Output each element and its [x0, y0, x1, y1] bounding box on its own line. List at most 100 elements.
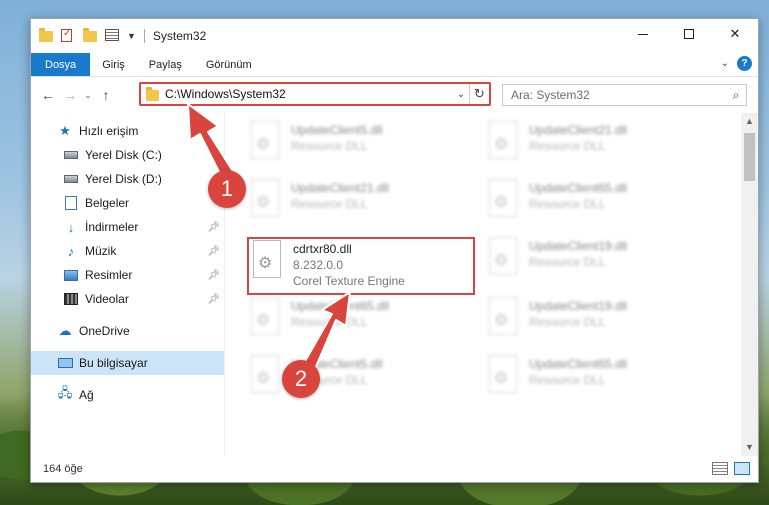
- download-icon: ↓: [67, 219, 75, 235]
- status-bar: 164 öğe: [31, 456, 758, 482]
- file-description: Resource DLL: [529, 255, 606, 269]
- nav-item-documents[interactable]: Belgeler: [31, 191, 224, 215]
- item-count: 164 öğe: [43, 463, 83, 475]
- up-arrow-icon[interactable]: ↑: [95, 87, 117, 103]
- nav-item-label: OneDrive: [79, 324, 130, 338]
- nav-item-downloads[interactable]: ↓ İndirmeler 📌︎: [31, 215, 224, 239]
- music-icon: ♪: [67, 243, 75, 259]
- properties-icon[interactable]: [105, 29, 119, 43]
- file-item[interactable]: ⚙ UpdateClient21.dll Resource DLL: [485, 121, 715, 165]
- nav-item-onedrive[interactable]: ☁ OneDrive: [31, 319, 224, 343]
- folder-icon: [39, 28, 53, 43]
- file-description: Resource DLL: [291, 315, 368, 329]
- title-separator: [143, 29, 145, 43]
- nav-item-label: İndirmeler: [85, 220, 139, 234]
- file-name: UpdateClient5.dll: [291, 123, 383, 137]
- nav-item-local-disk-d[interactable]: Yerel Disk (D:): [31, 167, 224, 191]
- folder-icon: [146, 86, 159, 101]
- expand-ribbon-chevron-icon[interactable]: ⌄: [721, 58, 729, 69]
- maximize-button[interactable]: [666, 19, 712, 49]
- search-input[interactable]: Ara: System32 ⌕: [502, 84, 747, 106]
- minimize-button[interactable]: [620, 19, 666, 49]
- title-bar: ▼ System32 ✕: [31, 19, 758, 53]
- new-folder-icon[interactable]: [83, 28, 97, 43]
- close-button[interactable]: ✕: [712, 19, 758, 49]
- nav-item-network[interactable]: 🖧︎ Ağ: [31, 383, 224, 407]
- pin-icon[interactable]: 📌︎: [207, 270, 220, 281]
- navigation-pane: ★ Hızlı erişim Yerel Disk (C:) Yerel Dis…: [31, 113, 225, 456]
- disk-icon: [63, 172, 79, 186]
- nav-item-local-disk-c[interactable]: Yerel Disk (C:): [31, 143, 224, 167]
- file-item[interactable]: ⚙ UpdateClient65.dll Resource DLL: [247, 297, 477, 341]
- address-bar[interactable]: C:\Windows\System32 ⌄ ↻: [139, 82, 491, 106]
- pin-icon[interactable]: 📌︎: [207, 222, 220, 233]
- vertical-scrollbar[interactable]: ▲ ▼: [741, 113, 758, 456]
- minimize-icon: [638, 33, 648, 35]
- tab-file[interactable]: Dosya: [31, 53, 91, 76]
- nav-item-quick-access[interactable]: ★ Hızlı erişim: [31, 119, 224, 143]
- dll-file-icon: ⚙: [485, 237, 521, 277]
- nav-item-label: Videolar: [85, 292, 129, 306]
- nav-item-label: Yerel Disk (D:): [85, 172, 162, 186]
- nav-item-this-pc[interactable]: Bu bilgisayar: [31, 351, 224, 375]
- file-name: UpdateClient19.dll: [529, 299, 628, 313]
- file-item[interactable]: ⚙ UpdateClient21.dll Resource DLL: [247, 179, 477, 223]
- file-name: UpdateClient65.dll: [529, 181, 628, 195]
- help-icon[interactable]: ?: [737, 56, 752, 71]
- dll-file-icon: ⚙: [247, 179, 283, 219]
- highlight-box: [247, 237, 475, 295]
- recent-locations-chevron-icon[interactable]: ⌄: [81, 90, 95, 101]
- window-controls: ✕: [620, 19, 758, 49]
- file-name: UpdateClient65.dll: [529, 357, 628, 371]
- step-badge-2: 2: [282, 360, 320, 398]
- cloud-icon: ☁: [58, 323, 72, 338]
- scroll-up-icon[interactable]: ▲: [741, 113, 758, 130]
- check-properties-icon[interactable]: [61, 28, 75, 43]
- main-area: ★ Hızlı erişim Yerel Disk (C:) Yerel Dis…: [31, 113, 758, 456]
- dll-file-icon: ⚙: [485, 355, 521, 395]
- file-item[interactable]: ⚙ UpdateClient65.dll Resource DLL: [485, 355, 715, 399]
- file-item[interactable]: ⚙ UpdateClient5.dll Resource DLL: [247, 121, 477, 165]
- dll-file-icon: ⚙: [485, 121, 521, 161]
- pin-icon[interactable]: 📌︎: [207, 246, 220, 257]
- nav-item-label: Ağ: [79, 388, 94, 402]
- file-description: Resource DLL: [529, 373, 606, 387]
- file-item[interactable]: ⚙ UpdateClient65.dll Resource DLL: [485, 179, 715, 223]
- dll-file-icon: ⚙: [247, 121, 283, 161]
- nav-item-music[interactable]: ♪ Müzik 📌︎: [31, 239, 224, 263]
- back-arrow-icon[interactable]: ←: [37, 87, 59, 103]
- pin-icon[interactable]: 📌︎: [207, 294, 220, 305]
- video-icon: [63, 292, 79, 306]
- file-description: Resource DLL: [291, 197, 368, 211]
- close-icon: ✕: [729, 26, 741, 41]
- scrollbar-thumb[interactable]: [744, 133, 755, 181]
- file-description: Resource DLL: [529, 139, 606, 153]
- forward-arrow-icon[interactable]: →: [59, 87, 81, 103]
- file-item[interactable]: ⚙ UpdateClient19.dll Resource DLL: [485, 237, 715, 281]
- dll-file-icon: ⚙: [247, 297, 283, 337]
- window-title: System32: [152, 29, 207, 43]
- star-icon: ★: [59, 123, 71, 138]
- ribbon-right: ⌄ ?: [721, 56, 752, 71]
- address-path[interactable]: C:\Windows\System32: [165, 87, 453, 101]
- large-icons-view-icon[interactable]: [734, 462, 750, 475]
- details-view-icon[interactable]: [712, 462, 728, 475]
- search-icon[interactable]: ⌕: [726, 88, 746, 103]
- nav-item-pictures[interactable]: Resimler 📌︎: [31, 263, 224, 287]
- scroll-down-icon[interactable]: ▼: [741, 439, 758, 456]
- disk-icon: [63, 148, 79, 162]
- view-toggles: [712, 462, 750, 475]
- quick-access-toolbar-chevron-icon[interactable]: ▼: [127, 31, 136, 41]
- refresh-icon[interactable]: ↻: [469, 84, 489, 104]
- tab-home[interactable]: Giriş: [90, 53, 137, 76]
- file-name: UpdateClient19.dll: [529, 239, 628, 253]
- nav-item-label: Bu bilgisayar: [79, 356, 148, 370]
- file-item[interactable]: ⚙ UpdateClient19.dll Resource DLL: [485, 297, 715, 341]
- nav-item-videos[interactable]: Videolar 📌︎: [31, 287, 224, 311]
- dll-file-icon: ⚙: [485, 179, 521, 219]
- address-dropdown-chevron-icon[interactable]: ⌄: [453, 89, 469, 100]
- pictures-icon: [63, 268, 79, 282]
- tab-view[interactable]: Görünüm: [194, 53, 264, 76]
- tab-share[interactable]: Paylaş: [137, 53, 194, 76]
- step-badge-1: 1: [208, 170, 246, 208]
